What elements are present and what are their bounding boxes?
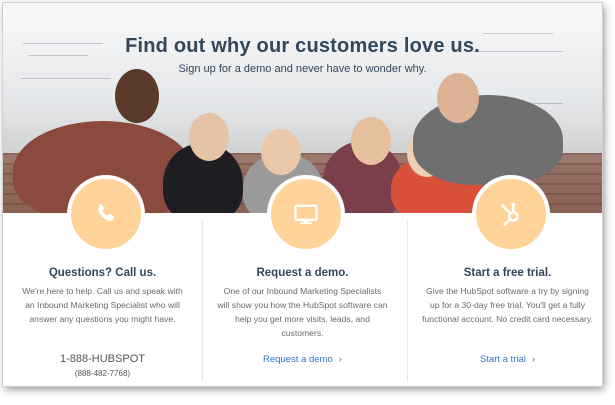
hubspot-sprocket-icon <box>501 202 519 226</box>
whiteboard-scribble <box>483 33 553 34</box>
person-6-head <box>437 73 479 123</box>
hero-title: Find out why our customers love us. <box>125 35 480 57</box>
column-title: Request a demo. <box>256 267 349 279</box>
whiteboard-scribble <box>21 78 111 79</box>
person-2-head <box>189 113 229 161</box>
person-6-shirt <box>413 95 563 185</box>
hero-subtitle: Sign up for a demo and never have to won… <box>178 63 427 75</box>
chevron-right-icon: › <box>338 354 342 365</box>
phone-number[interactable]: 1-888-HUBSPOT <box>3 353 202 365</box>
chevron-right-icon: › <box>531 354 536 365</box>
column-title: Start a free trial. <box>463 267 552 279</box>
page-frame: Find out why our customers love us. Sign… <box>3 3 602 386</box>
column-title: Questions? Call us. <box>48 267 157 279</box>
trial-column: Start a free trial. Give the HubSpot sof… <box>408 175 602 386</box>
contact-column: Questions? Call us. We're here to help. … <box>3 175 202 386</box>
person-1-head <box>115 69 159 123</box>
demo-column: Request a demo. One of our Inbound Marke… <box>203 175 402 386</box>
link-label: Start a trial <box>479 354 526 365</box>
phone-icon <box>98 203 115 222</box>
request-demo-link[interactable]: Request a demo › <box>203 354 402 365</box>
column-body: Give the HubSpot software a try by signi… <box>422 286 593 324</box>
link-label: Request a demo <box>263 354 333 365</box>
column-body: One of our Inbound Marketing Specialists… <box>217 286 388 338</box>
person-4-head <box>351 117 391 165</box>
sprocket-icon-circle <box>472 175 550 253</box>
monitor-icon-circle <box>267 175 345 253</box>
column-body: We're here to help. Call us and speak wi… <box>22 286 183 324</box>
start-trial-link[interactable]: Start a trial › <box>408 354 602 365</box>
phone-number-numeric: (888-482-7768) <box>74 369 131 378</box>
phone-icon-circle <box>67 175 145 253</box>
monitor-icon <box>294 204 318 225</box>
person-3-head <box>261 129 301 175</box>
